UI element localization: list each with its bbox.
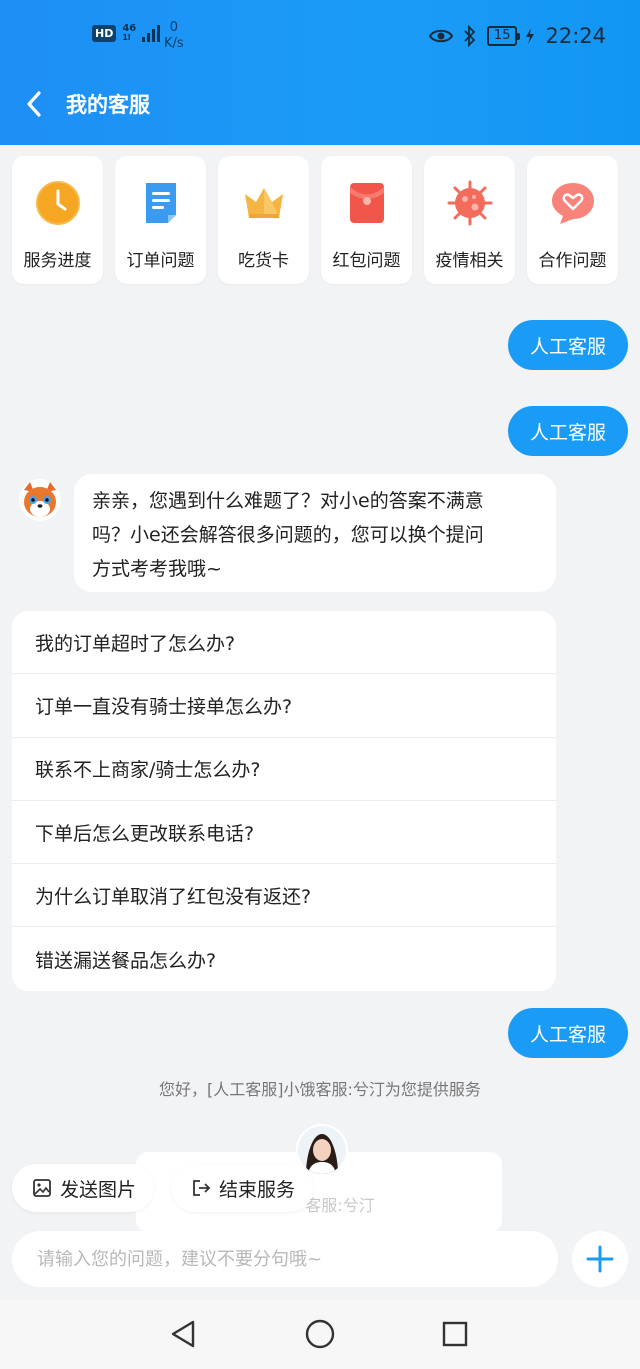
- faq-item[interactable]: 我的订单超时了怎么办?: [12, 611, 556, 675]
- red-envelope-icon: [349, 183, 384, 223]
- faq-item[interactable]: 联系不上商家/骑士怎么办?: [12, 738, 556, 801]
- app-header: HD 46 1l 0 K/s 15 22:24 我的客服: [0, 0, 640, 145]
- quick-menu-cooperation[interactable]: 合作问题: [527, 156, 618, 284]
- network-type: 46 1l: [122, 24, 136, 42]
- document-icon: [145, 183, 176, 223]
- quick-menu-red-envelope[interactable]: 红包问题: [321, 156, 412, 284]
- end-service-label: 结束服务: [219, 1178, 296, 1201]
- nav-back-button[interactable]: [165, 1316, 201, 1352]
- plus-icon: [586, 1245, 614, 1273]
- quick-menu-label: 红包问题: [332, 251, 401, 271]
- faq-item[interactable]: 订单一直没有骑士接单怎么办?: [12, 674, 556, 738]
- faq-card: 我的订单超时了怎么办? 订单一直没有骑士接单怎么办? 联系不上商家/骑士怎么办?…: [12, 611, 556, 991]
- bot-message-line: 吗？小e还会解答很多问题的，您可以换个提问: [92, 524, 484, 546]
- battery-icon: 15: [486, 26, 520, 46]
- bot-message-line: 方式考考我哦~: [92, 558, 222, 580]
- send-image-label: 发送图片: [60, 1178, 137, 1201]
- virus-icon: [447, 180, 492, 226]
- crown-icon: [244, 188, 283, 218]
- user-message-bubble: 人工客服: [508, 406, 628, 456]
- system-nav-bar: [0, 1300, 640, 1369]
- status-bar: HD 46 1l 0 K/s 15 22:24: [0, 0, 640, 70]
- exit-icon: [193, 1180, 211, 1196]
- quick-menu-label: 订单问题: [126, 251, 195, 271]
- message-input[interactable]: [12, 1231, 558, 1287]
- nav-home-button[interactable]: [302, 1316, 338, 1352]
- quick-menu-foodie-card[interactable]: 吃货卡: [218, 156, 309, 284]
- status-right: 15 22:24: [428, 24, 606, 48]
- triangle-back-icon: [171, 1320, 195, 1348]
- end-service-button[interactable]: 结束服务: [171, 1164, 314, 1212]
- quick-menu-service-progress[interactable]: 服务进度: [12, 156, 103, 284]
- eye-icon: [428, 29, 453, 43]
- quick-menu-order-issues[interactable]: 订单问题: [115, 156, 206, 284]
- speed-value: 0: [169, 20, 178, 35]
- bot-avatar-icon: [19, 479, 61, 521]
- charging-icon: [526, 28, 535, 44]
- hd-badge: HD: [92, 24, 117, 42]
- agent-avatar-icon: [298, 1126, 346, 1174]
- page-title: 我的客服: [66, 93, 150, 117]
- title-row: 我的客服: [0, 82, 640, 126]
- quick-menu-label: 服务进度: [23, 251, 92, 271]
- heart-chat-icon: [551, 183, 594, 224]
- square-recents-icon: [442, 1321, 468, 1347]
- quick-menu: 服务进度 订单问题 吃货卡 红包问题 疫情相关 合作问题: [12, 156, 618, 284]
- user-message-bubble: 人工客服: [508, 320, 628, 370]
- faq-item[interactable]: 为什么订单取消了红包没有返还?: [12, 864, 556, 928]
- status-left: HD 46 1l: [92, 24, 161, 42]
- bot-message-line: 亲亲，您遇到什么难题了？对小e的答案不满意: [92, 490, 484, 512]
- bluetooth-icon: [464, 25, 476, 47]
- message-input-bar: [12, 1231, 558, 1287]
- back-button[interactable]: [4, 82, 64, 126]
- send-image-button[interactable]: 发送图片: [12, 1164, 155, 1212]
- chevron-left-icon: [27, 91, 41, 117]
- image-icon: [33, 1179, 51, 1197]
- quick-menu-label: 合作问题: [538, 251, 607, 271]
- network-sub-label: 1l: [122, 33, 131, 42]
- faq-item[interactable]: 错送漏送餐品怎么办?: [12, 927, 556, 990]
- network-speed: 0 K/s: [164, 20, 184, 52]
- nav-recents-button[interactable]: [437, 1316, 473, 1352]
- quick-menu-epidemic[interactable]: 疫情相关: [424, 156, 515, 284]
- more-options-button[interactable]: [572, 1231, 628, 1287]
- quick-menu-label: 疫情相关: [435, 251, 504, 271]
- clock-icon: [35, 181, 80, 225]
- user-message-bubble: 人工客服: [508, 1008, 628, 1058]
- circle-home-icon: [305, 1319, 335, 1349]
- signal-icon: [142, 24, 161, 42]
- speed-unit: K/s: [164, 36, 184, 51]
- faq-item[interactable]: 下单后怎么更改联系电话?: [12, 801, 556, 865]
- status-time: 22:24: [545, 24, 606, 48]
- quick-menu-label: 吃货卡: [238, 251, 289, 271]
- bot-message-bubble: 亲亲，您遇到什么难题了？对小e的答案不满意 吗？小e还会解答很多问题的，您可以换…: [74, 474, 556, 592]
- battery-group: 15: [486, 26, 536, 46]
- system-note: 您好，[人工客服]小饿客服:兮汀为您提供服务: [159, 1080, 481, 1099]
